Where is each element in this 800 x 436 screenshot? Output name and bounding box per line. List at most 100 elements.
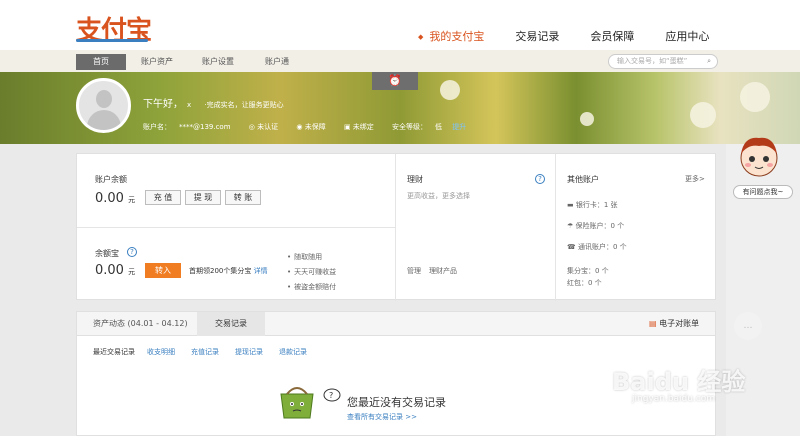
- records-tabs: 资产动态 (04.01 - 04.12) 交易记录 ▤ 电子对账单: [77, 312, 715, 336]
- divider: [555, 154, 556, 301]
- yuebao-feature: 被盗金额赔付: [287, 282, 336, 292]
- alipay-logo[interactable]: 支付宝: [76, 10, 152, 47]
- phone-icon: ☎: [567, 243, 576, 251]
- other-accounts-title: 其他账户: [567, 175, 599, 184]
- logo-underline: [76, 39, 148, 42]
- greeting-slogan[interactable]: ·完成实名，让服务更贴心: [204, 101, 283, 109]
- tab-account-settings[interactable]: 账户设置: [193, 54, 243, 70]
- filter-income-expense[interactable]: 收支明细: [147, 347, 175, 357]
- telecom-item[interactable]: ☎ 通讯账户：0 个: [567, 242, 627, 252]
- helper-mascot-icon[interactable]: [736, 134, 782, 178]
- insurance-item[interactable]: ☂ 保险账户：0 个: [567, 221, 624, 231]
- yuebao-amount: 0.00 元: [95, 263, 135, 278]
- balance-amount: 0.00 元: [95, 191, 135, 206]
- main-nav: 我的支付宝 交易记录 会员保障 应用中心: [418, 28, 740, 44]
- tab-account-link[interactable]: 账户通: [252, 54, 302, 70]
- greeting-text: 下午好，: [143, 99, 183, 110]
- bank-card-icon: ▬: [567, 201, 574, 209]
- filter-withdraw[interactable]: 提现记录: [235, 347, 263, 357]
- transfer-button[interactable]: 转 账: [225, 190, 261, 205]
- badge-verify[interactable]: ◎ 未认证: [249, 123, 286, 131]
- alarm-clock-icon[interactable]: ⏰: [372, 72, 418, 90]
- helper-button[interactable]: 有问题点我~: [733, 185, 793, 199]
- speech-bubble-icon: ?: [323, 388, 341, 402]
- divider: [77, 227, 395, 228]
- jifenbao-item[interactable]: 集分宝：0 个: [567, 266, 609, 276]
- recharge-button[interactable]: 充 值: [145, 190, 181, 205]
- filter-recharge[interactable]: 充值记录: [191, 347, 219, 357]
- search-placeholder: 输入交易号，如“蛋糕”: [617, 57, 688, 65]
- yuebao-promo-text: 首期领200个集分宝: [189, 267, 252, 275]
- greeting: 下午好， x ·完成实名，让服务更贴心: [143, 95, 284, 110]
- filter-recent[interactable]: 最近交易记录: [93, 347, 135, 357]
- empty-records-text: 您最近没有交易记录: [347, 396, 446, 409]
- security-label: 安全等级：: [392, 123, 428, 131]
- empty-basket-icon: [280, 387, 314, 419]
- nav-member-protection[interactable]: 会员保障: [590, 28, 634, 44]
- tab-trade-records[interactable]: 交易记录: [197, 312, 265, 336]
- badge-verify-label: 未认证: [257, 123, 279, 131]
- yuebao-promo: 首期领200个集分宝 详情: [189, 266, 268, 276]
- more-link[interactable]: 更多>: [685, 174, 705, 184]
- tab-asset-activity[interactable]: 资产动态 (04.01 - 04.12): [93, 312, 188, 336]
- nav-my-alipay[interactable]: 我的支付宝: [418, 28, 484, 44]
- telecom-label: 通讯账户：0 个: [577, 243, 627, 251]
- security-level-value: 低: [435, 123, 443, 131]
- help-icon[interactable]: ?: [535, 174, 545, 184]
- flower-decoration: [740, 82, 770, 112]
- yuebao-promo-link[interactable]: 详情: [254, 267, 268, 275]
- flower-decoration: [690, 102, 716, 128]
- transfer-in-button[interactable]: 转入: [145, 263, 181, 278]
- ebill-label: 电子对账单: [659, 319, 700, 328]
- chat-icon[interactable]: …: [734, 312, 762, 340]
- yuebao-title: 余额宝: [95, 249, 119, 258]
- top-header: 支付宝 我的支付宝 交易记录 会员保障 应用中心: [0, 0, 800, 50]
- yuebao-value: 0.00: [95, 263, 124, 278]
- account-label: 账户名： ****@139.com: [143, 123, 239, 131]
- yuebao-feature: 随取随用: [287, 252, 322, 262]
- badge-protect-label: 未保障: [304, 123, 326, 131]
- yuebao-feature: 天天可赚收益: [287, 267, 336, 277]
- user-signature: x: [187, 101, 192, 109]
- divider: [395, 154, 396, 301]
- hongbao-item[interactable]: 红包：0 个: [567, 278, 602, 288]
- licai-title: 理财: [407, 175, 423, 184]
- insurance-label: 保险账户：0 个: [575, 222, 625, 230]
- avatar[interactable]: [76, 78, 131, 133]
- balance-value: 0.00: [95, 191, 124, 206]
- balance-title: 账户余额: [95, 175, 127, 184]
- avatar-head: [96, 90, 112, 108]
- view-all-records-link[interactable]: 查看所有交易记录 >>: [347, 412, 417, 422]
- search-input[interactable]: 输入交易号，如“蛋糕” ⌕: [608, 54, 718, 69]
- nav-app-center[interactable]: 应用中心: [665, 28, 709, 44]
- security-upgrade-link[interactable]: 提升: [452, 123, 466, 131]
- yuebao-unit: 元: [128, 268, 136, 276]
- filter-refund[interactable]: 退款记录: [279, 347, 307, 357]
- licai-subtitle: 更高收益，更多选择: [407, 192, 470, 200]
- badge-bind[interactable]: ▣ 未绑定: [344, 123, 382, 131]
- ebill-icon: ▤: [649, 319, 657, 328]
- account-info: 账户名： ****@139.com ◎ 未认证 ◉ 未保障 ▣ 未绑定 安全等级：…: [143, 122, 482, 132]
- asset-card: 账户余额 0.00 元 充 值 提 现 转 账 余额宝 ? 0.00 元 转入 …: [76, 153, 716, 301]
- security-level: 安全等级： 低 提升: [392, 123, 474, 131]
- flower-decoration: [440, 80, 460, 100]
- avatar-body: [87, 110, 121, 130]
- nav-trade-records[interactable]: 交易记录: [515, 28, 559, 44]
- account-label-text: 账户名：: [143, 123, 171, 131]
- badge-bind-label: 未绑定: [352, 123, 374, 131]
- badge-protect[interactable]: ◉ 未保障: [296, 123, 333, 131]
- bank-card-label: 银行卡：1 张: [575, 201, 618, 209]
- licai-manage-link[interactable]: 管理: [407, 266, 421, 276]
- account-name: ****@139.com: [179, 123, 231, 131]
- umbrella-icon: ☂: [567, 222, 574, 230]
- watermark: Baidu 经验: [612, 368, 746, 396]
- withdraw-button[interactable]: 提 现: [185, 190, 221, 205]
- licai-products-link[interactable]: 理财产品: [429, 266, 457, 276]
- bank-card-item[interactable]: ▬ 银行卡：1 张: [567, 200, 618, 210]
- balance-unit: 元: [128, 196, 136, 204]
- ebill-link[interactable]: ▤ 电子对账单: [649, 312, 699, 336]
- search-icon[interactable]: ⌕: [707, 55, 711, 68]
- tab-home[interactable]: 首页: [76, 54, 126, 70]
- tab-account-assets[interactable]: 账户资产: [132, 54, 182, 70]
- help-icon[interactable]: ?: [127, 247, 137, 257]
